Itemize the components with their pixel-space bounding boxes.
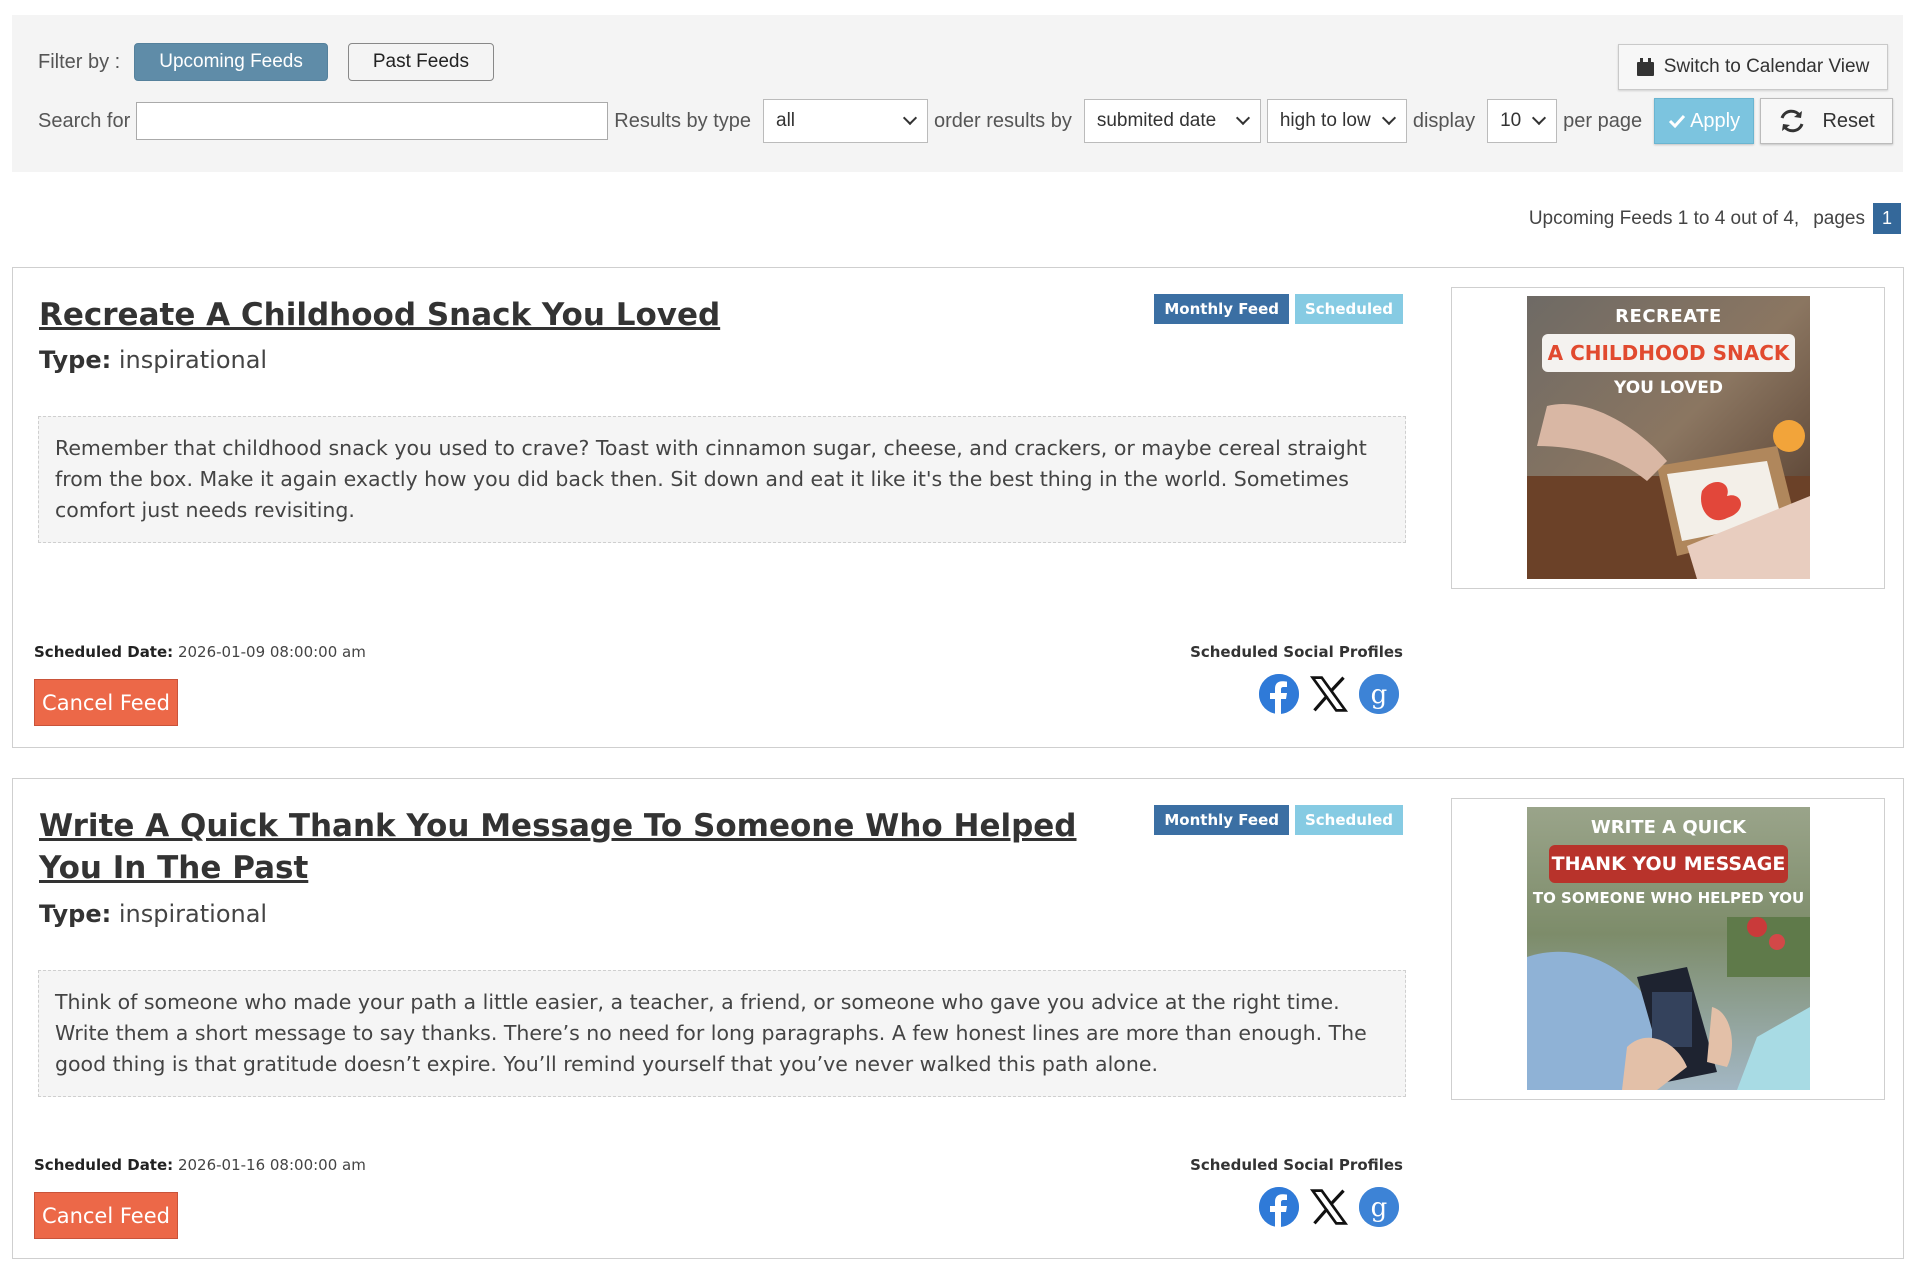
x-icon[interactable] [1309, 1187, 1349, 1227]
monthly-feed-badge: Monthly Feed [1154, 294, 1289, 324]
scheduled-date-value: 2026-01-09 08:00:00 am [177, 643, 366, 661]
social-profiles: g [1259, 674, 1399, 714]
reset-button[interactable]: Reset [1760, 98, 1894, 144]
image-caption-line1: RECREATE [1615, 306, 1722, 327]
social-profiles-label: Scheduled Social Profiles [1190, 1156, 1403, 1174]
pagination: Upcoming Feeds 1 to 4 out of 4, pages 1 [1529, 203, 1901, 234]
scheduled-date-label: Scheduled Date: [34, 1156, 174, 1174]
monthly-feed-badge: Monthly Feed [1154, 805, 1289, 835]
feed-image[interactable]: RECREATE A CHILDHOOD SNACK YOU LOVED [1527, 296, 1810, 579]
facebook-icon[interactable] [1259, 674, 1299, 714]
direction-select[interactable]: high to low [1266, 99, 1407, 143]
order-select-value: submited date [1096, 110, 1217, 131]
feed-image-frame: WRITE A QUICK THANK YOU MESSAGE TO SOMEO… [1451, 798, 1885, 1100]
direction-select-value: high to low [1279, 110, 1371, 131]
image-caption-line2: A CHILDHOOD SNACK [1542, 334, 1795, 372]
feed-image-frame: RECREATE A CHILDHOOD SNACK YOU LOVED [1451, 287, 1885, 589]
search-label: Search for [38, 109, 131, 132]
tab-upcoming-feeds[interactable]: Upcoming Feeds [134, 43, 328, 81]
filter-by-label: Filter by : [38, 50, 121, 73]
facebook-icon[interactable] [1259, 1187, 1299, 1227]
type-select[interactable]: all [763, 99, 928, 143]
feed-type: Type: inspirational [39, 900, 267, 928]
search-input[interactable] [136, 102, 609, 140]
svg-text:g: g [1371, 680, 1388, 710]
feed-title[interactable]: Recreate A Childhood Snack You Loved [39, 294, 1129, 336]
social-profiles-label: Scheduled Social Profiles [1190, 643, 1403, 661]
chevron-down-icon [1532, 110, 1547, 126]
scheduled-badge: Scheduled [1294, 294, 1403, 324]
image-caption-line3: YOU LOVED [1614, 378, 1723, 398]
scheduled-date-value: 2026-01-16 08:00:00 am [177, 1156, 366, 1174]
feed-type-value: inspirational [118, 346, 268, 374]
cancel-feed-button[interactable]: Cancel Feed [34, 679, 178, 726]
feed-card: Recreate A Childhood Snack You Loved Typ… [12, 267, 1904, 748]
image-caption-line1: WRITE A QUICK [1590, 817, 1747, 838]
feed-title[interactable]: Write A Quick Thank You Message To Someo… [39, 805, 1129, 889]
cancel-feed-button[interactable]: Cancel Feed [34, 1192, 178, 1239]
filter-bar: Filter by : Upcoming Feeds Past Feeds Sw… [12, 15, 1903, 172]
feed-type: Type: inspirational [39, 346, 267, 374]
social-profiles: g [1259, 1187, 1399, 1227]
results-by-type-label: Results by type [614, 109, 751, 132]
search-row: Search for Results by type all order res… [38, 98, 1894, 144]
svg-text:g: g [1371, 1193, 1388, 1223]
pages-label: pages [1813, 207, 1865, 229]
check-icon [1669, 114, 1686, 129]
filter-tabs-row: Filter by : Upcoming Feeds Past Feeds [38, 43, 494, 81]
scheduled-date: Scheduled Date: 2026-01-09 08:00:00 am [34, 643, 366, 661]
page-number-current[interactable]: 1 [1873, 203, 1901, 234]
feed-card: Write A Quick Thank You Message To Someo… [12, 778, 1904, 1259]
apply-button[interactable]: Apply [1654, 98, 1755, 144]
scheduled-date-label: Scheduled Date: [34, 643, 174, 661]
feed-type-label: Type: [39, 346, 112, 374]
per-page-select[interactable]: 10 [1487, 99, 1558, 143]
tab-past-feeds[interactable]: Past Feeds [347, 43, 494, 81]
chevron-down-icon [1235, 110, 1250, 126]
calendar-icon [1636, 58, 1654, 76]
calendar-button-label: Switch to Calendar View [1663, 56, 1870, 77]
chevron-down-icon [1381, 110, 1396, 126]
scheduled-badge: Scheduled [1294, 805, 1403, 835]
per-page-label: per page [1563, 109, 1643, 132]
google-icon[interactable]: g [1359, 674, 1399, 714]
feed-description: Remember that childhood snack you used t… [38, 416, 1406, 543]
display-label: display [1412, 109, 1476, 132]
order-select[interactable]: submited date [1083, 99, 1261, 143]
reset-label: Reset [1822, 109, 1875, 132]
switch-calendar-view-button[interactable]: Switch to Calendar View [1618, 44, 1888, 90]
order-label: order results by [934, 109, 1072, 132]
type-select-value: all [776, 110, 796, 131]
scheduled-date: Scheduled Date: 2026-01-16 08:00:00 am [34, 1156, 366, 1174]
feed-description: Think of someone who made your path a li… [38, 970, 1406, 1097]
results-summary: Upcoming Feeds 1 to 4 out of 4, [1528, 207, 1800, 229]
apply-label: Apply [1690, 109, 1741, 132]
feed-badges: Monthly Feed Scheduled [1154, 805, 1403, 835]
refresh-icon [1781, 109, 1804, 133]
feed-type-value: inspirational [118, 900, 268, 928]
x-icon[interactable] [1309, 674, 1349, 714]
chevron-down-icon [902, 110, 918, 126]
per-page-select-value: 10 [1500, 110, 1522, 131]
feed-badges: Monthly Feed Scheduled [1154, 294, 1403, 324]
image-caption-line2: THANK YOU MESSAGE [1549, 845, 1788, 883]
google-icon[interactable]: g [1359, 1187, 1399, 1227]
image-caption-line3: TO SOMEONE WHO HELPED YOU [1532, 889, 1805, 907]
feed-image[interactable]: WRITE A QUICK THANK YOU MESSAGE TO SOMEO… [1527, 807, 1810, 1090]
feed-type-label: Type: [39, 900, 112, 928]
